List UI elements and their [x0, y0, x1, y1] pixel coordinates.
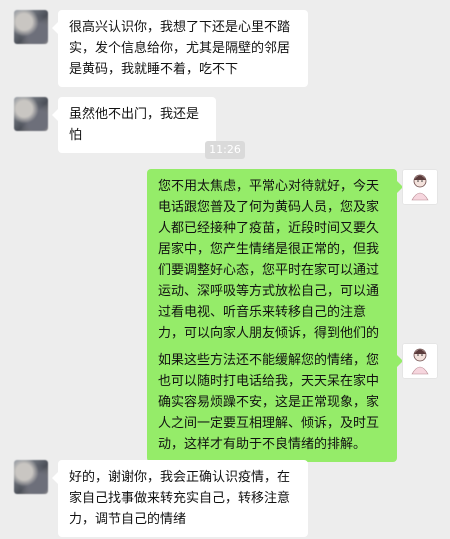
timestamp-label: 11:26: [205, 141, 245, 159]
message-bubble-incoming[interactable]: 好的，谢谢你，我会正确认识疫情，在家自己找事做来转充实自己，转移注意力，调节自己…: [52, 460, 308, 537]
user-avatar-image: [403, 170, 437, 204]
contact-avatar[interactable]: [14, 97, 48, 131]
user-avatar[interactable]: [402, 169, 438, 205]
contact-avatar[interactable]: [14, 460, 48, 494]
chat-window: 很高兴认识你，我想了下还是心里不踏实，发个信息给你，尤其是隔壁的邻居是黄码，我就…: [0, 0, 450, 539]
user-avatar-image: [403, 344, 437, 378]
contact-avatar[interactable]: [14, 10, 48, 44]
user-avatar[interactable]: [402, 343, 438, 379]
message-bubble-incoming[interactable]: 很高兴认识你，我想了下还是心里不踏实，发个信息给你，尤其是隔壁的邻居是黄码，我就…: [52, 10, 308, 87]
message-bubble-incoming[interactable]: 虽然他不出门，我还是怕: [52, 97, 216, 153]
message-bubble-outgoing[interactable]: 如果这些方法还不能缓解您的情绪，您也可以随时打电话给我，天天呆在家中确实容易烦躁…: [147, 343, 403, 462]
message-bubble-outgoing[interactable]: 您不用太焦虑，平常心对待就好，今天电话跟您普及了何为黄码人员，您及家人都已经接种…: [147, 169, 403, 372]
